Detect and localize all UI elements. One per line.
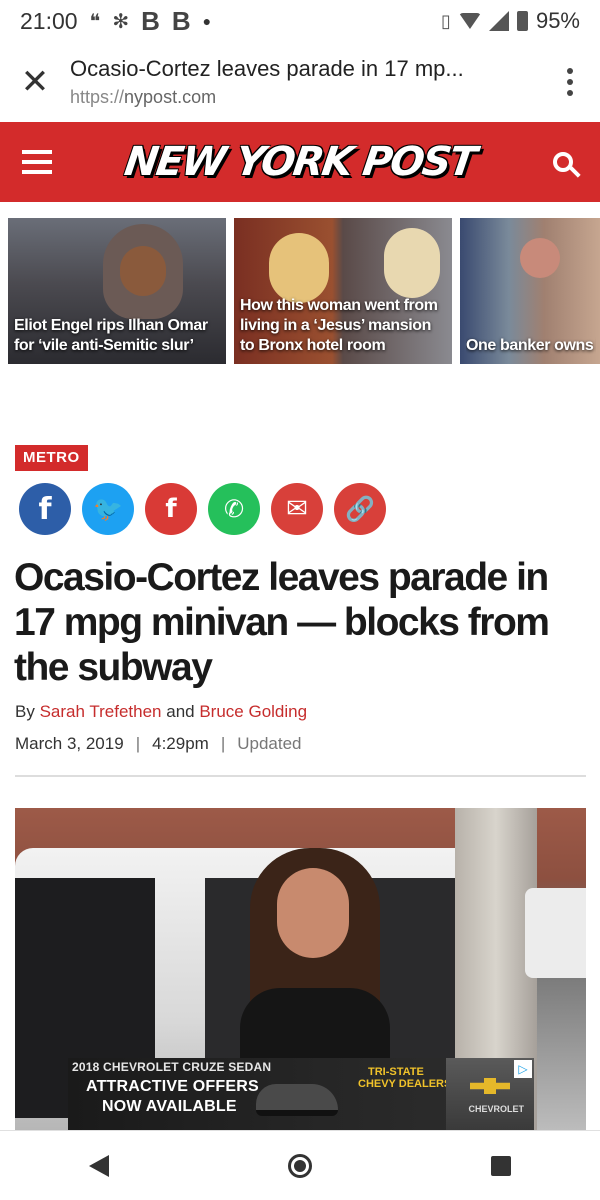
more-vert-icon [567, 68, 573, 74]
battery-icon [516, 11, 528, 31]
status-right: ▯ 95% [441, 8, 580, 34]
site-logo: NEW YORK POST [122, 139, 478, 185]
back-icon[interactable] [89, 1154, 110, 1177]
browser-toolbar: ✕ Ocasio-Cortez leaves parade in 17 mp..… [0, 42, 600, 122]
menu-button[interactable] [0, 122, 74, 202]
separator: | [135, 734, 141, 753]
battery-percent: 95% [535, 8, 580, 33]
byline: By Sarah Trefethen and Bruce Golding [15, 702, 307, 722]
page-title: Ocasio-Cortez leaves parade in 17 mp... [70, 56, 464, 81]
photo-car [525, 888, 586, 978]
email-icon: ✉ [286, 494, 308, 524]
wifi-icon [458, 13, 481, 29]
author-link[interactable]: Bruce Golding [199, 702, 307, 721]
ad-offer-line1: ATTRACTIVE OFFERS [86, 1078, 259, 1095]
adchoices-icon[interactable]: ▷ [514, 1060, 532, 1078]
separator: | [220, 734, 226, 753]
facebook-icon: f [38, 491, 52, 527]
dateline: March 3, 2019 | 4:29pm | Updated [15, 734, 302, 754]
ad-car-image [256, 1084, 338, 1116]
home-icon[interactable] [287, 1153, 312, 1178]
share-facebook-button[interactable]: f [19, 483, 71, 535]
link-icon: 🔗 [345, 495, 375, 523]
search-button[interactable] [526, 122, 600, 202]
flipboard-icon: f [165, 494, 177, 524]
story-card[interactable]: One banker owns buildings housing Flushi… [460, 218, 600, 364]
publish-date: March 3, 2019 [15, 734, 124, 753]
ad-brand: CHEVROLET [468, 1104, 524, 1114]
share-flipboard-button[interactable]: f [145, 483, 197, 535]
author-link[interactable]: Sarah Trefethen [40, 702, 162, 721]
vibrate-icon: ▯ [441, 10, 451, 31]
url-host: nypost.com [124, 87, 217, 107]
chevrolet-bowtie-icon [470, 1078, 510, 1094]
status-time: 21:00 [20, 7, 78, 34]
ad-dealer-line1: TRI-STATE [368, 1066, 424, 1078]
stories-carousel[interactable]: Eliot Engel rips Ilhan Omar for ‘vile an… [8, 218, 600, 364]
tab-info: Ocasio-Cortez leaves parade in 17 mp... … [70, 56, 540, 108]
logo-link[interactable]: NEW YORK POST [74, 139, 526, 185]
search-icon [553, 152, 573, 172]
section-tag-metro[interactable]: METRO [15, 445, 88, 471]
share-whatsapp-button[interactable]: ✆ [208, 483, 260, 535]
share-twitter-button[interactable]: 🐦 [82, 483, 134, 535]
pinwheel-icon: ✻ [112, 10, 130, 33]
hangouts-icon: ❝ [89, 10, 101, 33]
divider [15, 775, 586, 777]
ad-model: 2018 CHEVROLET CRUZE SEDAN [72, 1060, 272, 1074]
share-bar: f 🐦 f ✆ ✉ 🔗 [19, 483, 386, 535]
page-url: https://nypost.com [70, 87, 540, 108]
dot-icon: ● [202, 13, 212, 29]
system-nav-bar [0, 1130, 600, 1200]
updated-label: Updated [237, 734, 302, 753]
story-caption: Eliot Engel rips Ilhan Omar for ‘vile an… [14, 317, 208, 354]
share-email-button[interactable]: ✉ [271, 483, 323, 535]
twitter-icon: 🐦 [93, 495, 123, 523]
close-icon: ✕ [20, 63, 50, 101]
hamburger-icon [22, 150, 52, 154]
overflow-menu-button[interactable] [540, 42, 600, 122]
signal-icon [488, 11, 509, 31]
article-headline: Ocasio-Cortez leaves parade in 17 mpg mi… [14, 556, 550, 689]
whatsapp-icon: ✆ [223, 495, 245, 523]
ad-banner[interactable]: 2018 CHEVROLET CRUZE SEDAN ATTRACTIVE OF… [68, 1058, 534, 1130]
recents-icon[interactable] [490, 1155, 511, 1176]
ad-offer-line2: NOW AVAILABLE [102, 1098, 237, 1115]
status-bar: 21:00 ❝ ✻ B B ● ▯ 95% [0, 0, 600, 42]
publish-time: 4:29pm [152, 734, 209, 753]
story-caption: How this woman went from living in a ‘Je… [240, 297, 438, 354]
byline-prefix: By [15, 702, 35, 721]
b-icon: B [171, 5, 191, 36]
ad-dealer-line2: CHEVY DEALERS [358, 1078, 452, 1090]
byline-and: and [166, 702, 195, 721]
photo-person-face [277, 868, 349, 958]
b-icon: B [141, 5, 160, 36]
share-link-button[interactable]: 🔗 [334, 483, 386, 535]
story-card[interactable]: Eliot Engel rips Ilhan Omar for ‘vile an… [8, 218, 226, 364]
story-caption: One banker owns buildings housing Flushi… [466, 337, 596, 354]
close-tab-button[interactable]: ✕ [0, 42, 70, 122]
url-scheme: https:// [70, 87, 125, 107]
story-card[interactable]: How this woman went from living in a ‘Je… [234, 218, 452, 364]
site-header: NEW YORK POST [0, 122, 600, 202]
status-left: 21:00 ❝ ✻ B B ● [20, 6, 211, 37]
